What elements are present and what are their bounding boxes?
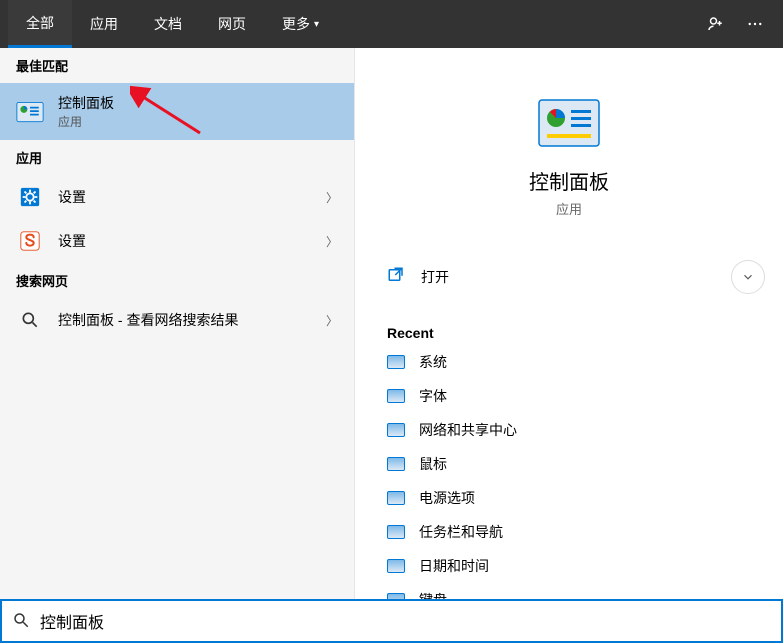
tab-more[interactable]: 更多 ▾ (264, 0, 337, 48)
app-result-settings-1[interactable]: 设置 〉 (0, 175, 354, 219)
best-match-subtitle: 应用 (58, 113, 338, 130)
feedback-icon[interactable] (695, 0, 735, 48)
cpl-item-icon (387, 593, 405, 599)
control-panel-icon (16, 100, 44, 124)
settings-icon (16, 185, 44, 209)
recent-item-label: 日期和时间 (419, 556, 489, 576)
search-input[interactable] (40, 612, 771, 630)
recent-item-label: 键盘 (419, 590, 447, 599)
recent-item[interactable]: 字体 (375, 379, 763, 413)
recent-item[interactable]: 键盘 (375, 583, 763, 599)
web-result-suffix: - 查看网络搜索结果 (114, 312, 238, 328)
tab-apps[interactable]: 应用 (72, 0, 136, 48)
open-icon (387, 266, 407, 287)
recent-list: 系统 字体 网络和共享中心 鼠标 电源选项 任务栏和导航 日期和时间 键盘 (363, 345, 775, 599)
recent-item-label: 任务栏和导航 (419, 522, 503, 542)
cpl-item-icon (387, 491, 405, 505)
best-match-title: 控制面板 (58, 93, 338, 113)
recent-item-label: 鼠标 (419, 454, 447, 474)
recent-item-label: 网络和共享中心 (419, 420, 517, 440)
search-icon (16, 308, 44, 332)
chevron-down-icon: ▾ (314, 19, 319, 30)
recent-item[interactable]: 鼠标 (375, 447, 763, 481)
cpl-item-icon (387, 457, 405, 471)
app-result-label: 设置 (58, 231, 318, 251)
app-result-label: 设置 (58, 187, 318, 207)
results-panel: 最佳匹配 控制面板 应用 应用 设置 (0, 48, 355, 599)
recent-item-label: 电源选项 (419, 488, 475, 508)
expand-button[interactable] (731, 260, 765, 294)
chevron-right-icon: 〉 (326, 233, 338, 250)
cpl-item-icon (387, 423, 405, 437)
tab-docs[interactable]: 文档 (136, 0, 200, 48)
detail-panel: 控制面板 应用 打开 Recent 系统 字体 网络和共享中心 鼠标 电源选项 … (355, 48, 783, 599)
recent-item[interactable]: 任务栏和导航 (375, 515, 763, 549)
chevron-right-icon: 〉 (326, 312, 338, 329)
search-icon (12, 611, 30, 632)
recent-item[interactable]: 电源选项 (375, 481, 763, 515)
detail-title: 控制面板 (529, 166, 609, 195)
best-match-result[interactable]: 控制面板 应用 (0, 83, 354, 140)
sogou-icon (16, 229, 44, 253)
tab-all[interactable]: 全部 (8, 0, 72, 48)
open-action[interactable]: 打开 (363, 258, 731, 295)
tab-more-label: 更多 (282, 14, 310, 34)
chevron-right-icon: 〉 (326, 189, 338, 206)
recent-item[interactable]: 网络和共享中心 (375, 413, 763, 447)
more-options-icon[interactable] (735, 0, 775, 48)
apps-header: 应用 (0, 140, 354, 175)
cpl-item-icon (387, 525, 405, 539)
control-panel-large-icon (537, 98, 601, 148)
search-bar[interactable] (0, 599, 783, 643)
tab-web[interactable]: 网页 (200, 0, 264, 48)
top-tab-bar: 全部 应用 文档 网页 更多 ▾ (0, 0, 783, 48)
cpl-item-icon (387, 559, 405, 573)
cpl-item-icon (387, 355, 405, 369)
recent-item[interactable]: 系统 (375, 345, 763, 379)
best-match-header: 最佳匹配 (0, 48, 354, 83)
open-label: 打开 (421, 267, 449, 287)
recent-item-label: 字体 (419, 386, 447, 406)
cpl-item-icon (387, 389, 405, 403)
recent-item[interactable]: 日期和时间 (375, 549, 763, 583)
recent-item-label: 系统 (419, 352, 447, 372)
web-result-prefix: 控制面板 (58, 312, 114, 328)
recent-header: Recent (363, 315, 775, 345)
search-web-header: 搜索网页 (0, 263, 354, 298)
web-search-result[interactable]: 控制面板 - 查看网络搜索结果 〉 (0, 298, 354, 342)
detail-subtitle: 应用 (556, 199, 582, 218)
app-result-settings-2[interactable]: 设置 〉 (0, 219, 354, 263)
